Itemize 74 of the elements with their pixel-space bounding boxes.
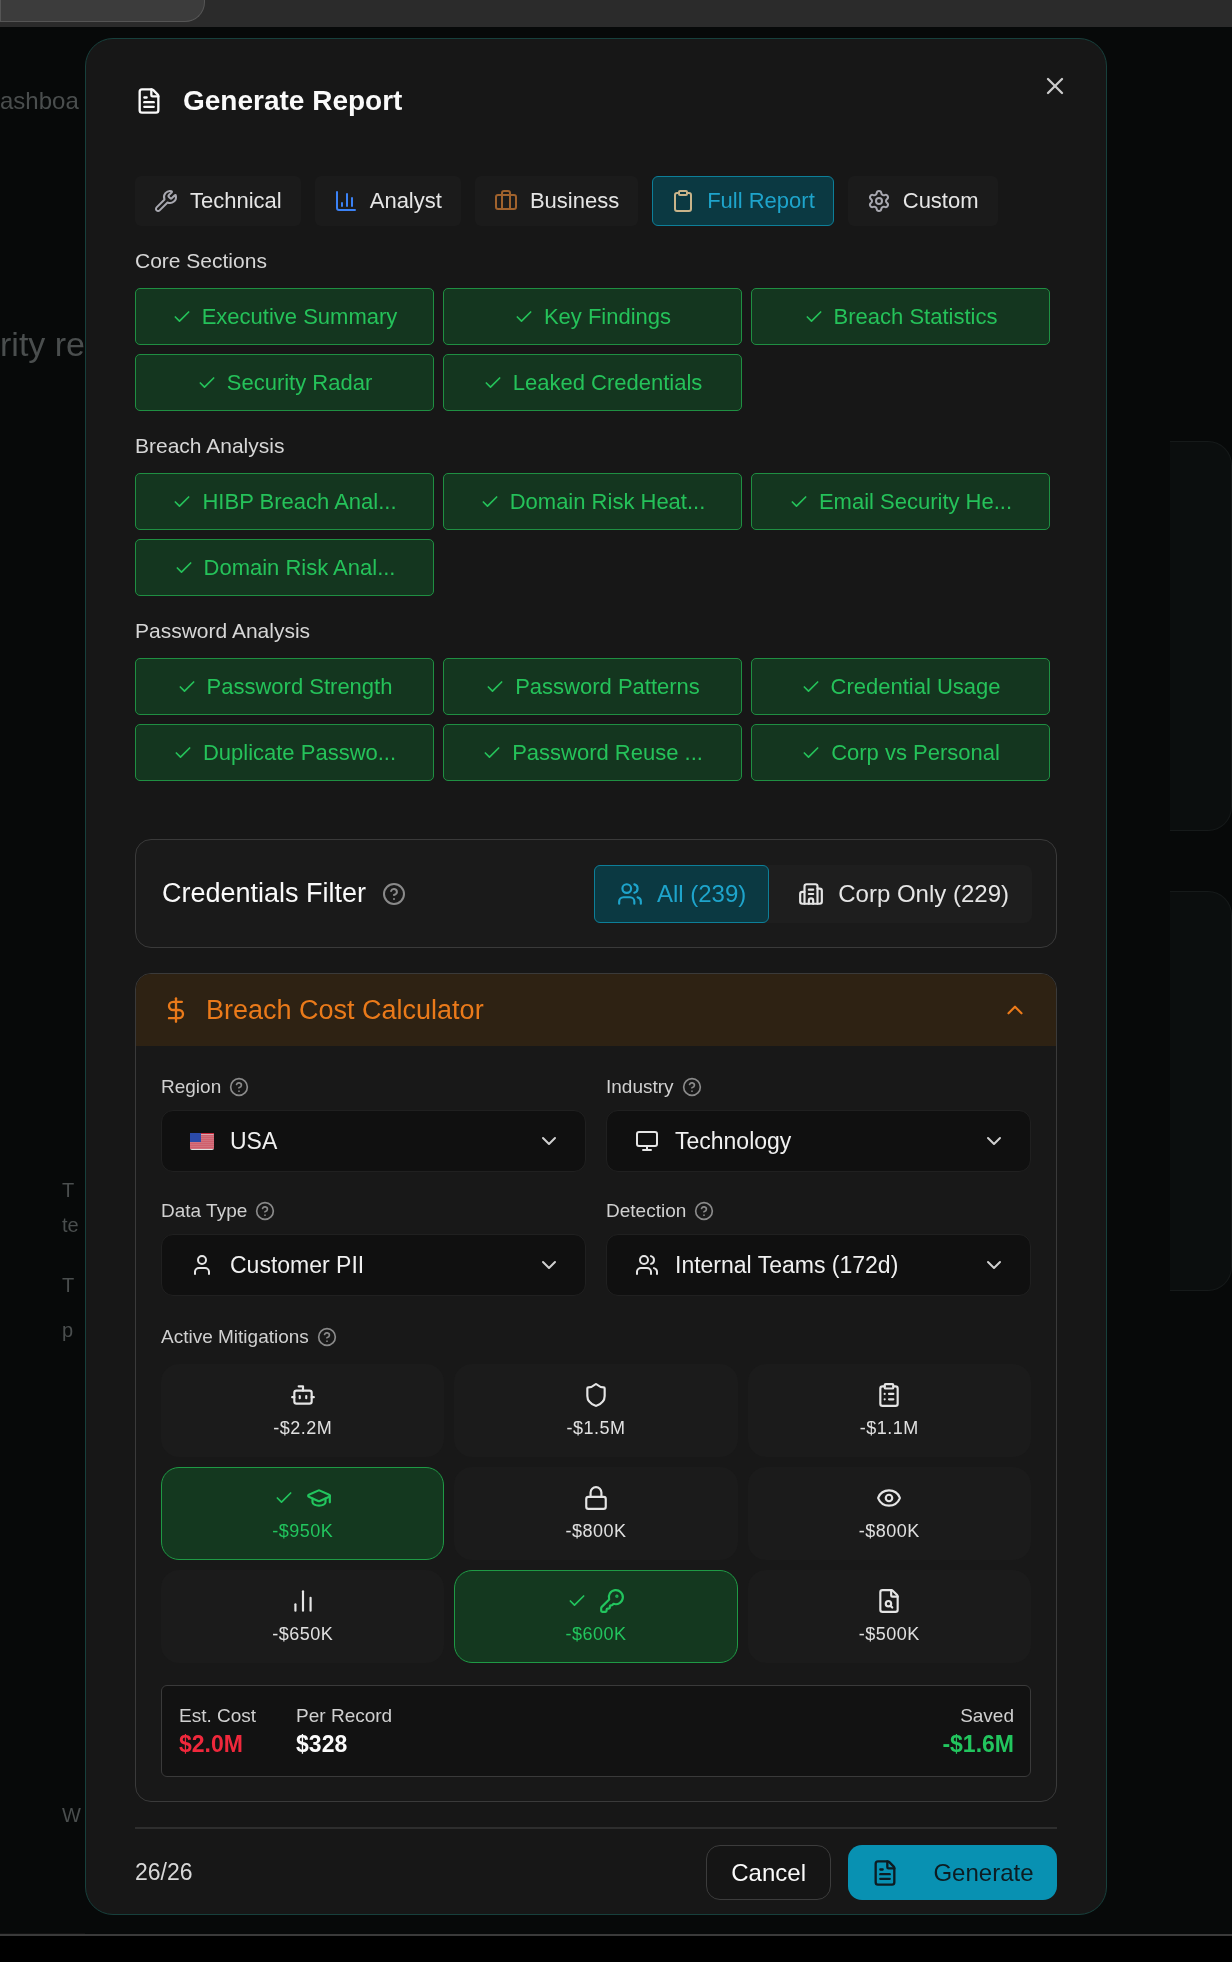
users-icon (635, 1253, 659, 1277)
section-count: 26/26 (135, 1859, 193, 1886)
stat-label: Est. Cost (179, 1704, 257, 1727)
dropdown-field[interactable]: Technology (606, 1110, 1031, 1172)
key-icon (599, 1588, 625, 1614)
section-toggle[interactable]: Security Radar (135, 354, 434, 411)
briefcase-icon (493, 189, 518, 213)
filter-option[interactable]: Corp Only (229) (775, 864, 1032, 923)
section-toggle[interactable]: HIBP Breach Anal... (135, 473, 434, 530)
estimated-cost: $2.0M (179, 1730, 244, 1758)
field-label: Industry (606, 1076, 674, 1098)
section-toggle[interactable]: Breach Statistics (751, 288, 1050, 345)
help-icon[interactable] (694, 1201, 715, 1221)
background-text: W (62, 1803, 82, 1828)
help-icon[interactable] (382, 881, 407, 906)
field-label: Region (161, 1076, 222, 1098)
generate-button[interactable]: Generate (848, 1845, 1057, 1900)
section-toggle[interactable]: Duplicate Passwo... (135, 724, 434, 781)
section-toggle[interactable]: Executive Summary (135, 288, 434, 345)
stat-label: Saved (960, 1704, 1014, 1727)
section-toggle[interactable]: Email Security He... (751, 473, 1050, 530)
dialog-title: Generate Report (183, 85, 403, 117)
report-tab[interactable]: Business (474, 176, 639, 226)
dropdown-field[interactable]: Customer PII (161, 1234, 586, 1296)
stat-label: Per Record (296, 1704, 393, 1727)
help-icon[interactable] (255, 1201, 276, 1221)
help-icon[interactable] (229, 1077, 250, 1097)
calculator-header[interactable]: Breach Cost Calculator (136, 974, 1056, 1046)
field-label: Data Type (161, 1200, 248, 1222)
section-toggle[interactable]: Password Patterns (443, 658, 742, 715)
building-icon (798, 880, 825, 907)
shield-icon (583, 1382, 609, 1408)
background-text: T (62, 1273, 76, 1298)
filter-option[interactable]: All (239) (593, 864, 770, 923)
section-toggle[interactable]: Credential Usage (751, 658, 1050, 715)
background-text: T (62, 1178, 76, 1203)
section-heading: Breach Analysis (135, 433, 286, 459)
flag-icon (190, 1132, 214, 1150)
help-icon[interactable] (681, 1077, 702, 1097)
report-tab[interactable]: Full Report (652, 176, 834, 226)
background-text: ashboa (0, 87, 80, 115)
dropdown-field[interactable]: Internal Teams (172d) (606, 1234, 1031, 1296)
filter-title: Credentials Filter (162, 878, 367, 909)
mitigation-toggle[interactable]: -$950K (161, 1467, 445, 1560)
section-toggle[interactable]: Key Findings (443, 288, 742, 345)
section-heading: Password Analysis (135, 618, 312, 644)
dropdown-field[interactable]: USA (161, 1110, 586, 1172)
field-label: Active Mitigations (161, 1326, 309, 1348)
section-toggle[interactable]: Password Reuse ... (443, 724, 742, 781)
section-toggle[interactable]: Password Strength (135, 658, 434, 715)
field-label: Detection (606, 1200, 687, 1222)
users-icon (616, 880, 643, 907)
background-text: te (62, 1213, 80, 1238)
bar-chart-icon (333, 189, 358, 213)
help-icon[interactable] (316, 1327, 337, 1347)
section-toggle[interactable]: Domain Risk Anal... (135, 539, 434, 596)
monitor-icon (635, 1129, 659, 1153)
section-toggle[interactable]: Leaked Credentials (443, 354, 742, 411)
saved-amount: -$1.6M (942, 1730, 1014, 1758)
background-text: p (62, 1318, 75, 1343)
per-record-cost: $328 (296, 1730, 349, 1758)
mitigation-toggle[interactable]: -$600K (454, 1570, 738, 1663)
report-tab[interactable]: Analyst (314, 176, 461, 226)
lock-icon (583, 1485, 609, 1511)
section-toggle[interactable]: Corp vs Personal (751, 724, 1050, 781)
cancel-button[interactable]: Cancel (706, 1845, 831, 1900)
report-tab[interactable]: Technical (135, 176, 301, 226)
gear-icon (866, 189, 891, 213)
wrench-icon (154, 189, 178, 213)
section-toggle[interactable]: Domain Risk Heat... (443, 473, 742, 530)
report-tab[interactable]: Custom (847, 176, 998, 226)
background-text: rity re (0, 325, 85, 364)
robot-icon (289, 1382, 316, 1408)
section-heading: Core Sections (135, 248, 268, 274)
